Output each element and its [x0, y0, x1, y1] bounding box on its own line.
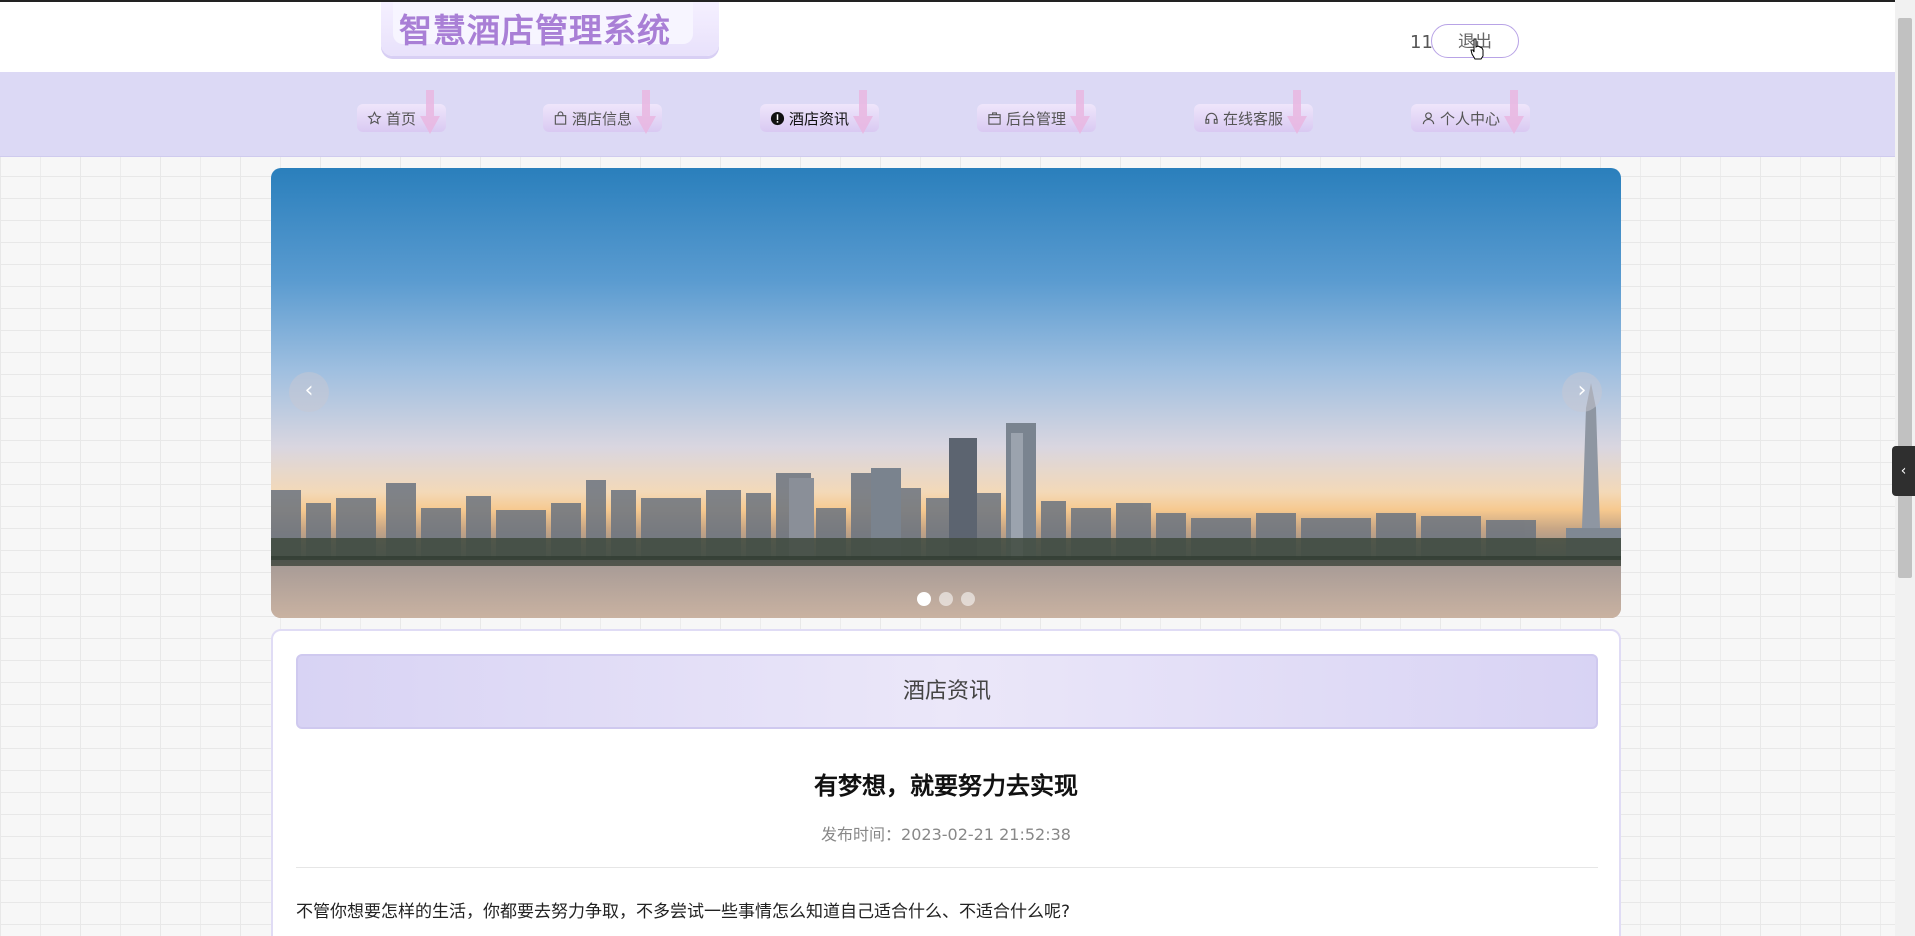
carousel: ‹ › [271, 168, 1621, 618]
logo: 智慧酒店管理系统 [381, 2, 719, 56]
carousel-dot[interactable] [961, 592, 975, 606]
carousel-prev-button[interactable]: ‹ [289, 372, 329, 412]
nav-item-personal-center[interactable]: 个人中心 [1411, 90, 1531, 134]
info-icon [770, 111, 785, 125]
article-publish-time: 发布时间：2023-02-21 21:52:38 [821, 825, 1071, 844]
section-title: 酒店资讯 [296, 654, 1598, 729]
news-detail-card: 酒店资讯 有梦想，就要努力去实现 发布时间：2023-02-21 21:52:3… [271, 629, 1621, 936]
carousel-dot[interactable] [917, 592, 931, 606]
down-arrow-decoration-icon [1070, 90, 1091, 134]
down-arrow-decoration-icon [1504, 90, 1525, 134]
nav-item-home[interactable]: 首页 [357, 90, 447, 134]
hand-cursor-icon [1470, 38, 1484, 60]
main-nav: 首页 酒店信息 酒店资讯 后台管理 在线客服 个人中心 [0, 72, 1895, 157]
nav-item-hotel-news[interactable]: 酒店资讯 [760, 90, 880, 134]
nav-item-label: 酒店资讯 [789, 109, 850, 128]
headset-icon [1205, 112, 1218, 124]
carousel-indicators [271, 592, 1621, 606]
nav-item-label: 个人中心 [1440, 109, 1501, 128]
star-icon [367, 110, 382, 124]
nav-item-admin[interactable]: 后台管理 [977, 90, 1097, 134]
down-arrow-decoration-icon [853, 90, 874, 134]
nav-item-label: 酒店信息 [572, 109, 633, 128]
nav-item-label: 在线客服 [1223, 109, 1284, 128]
nav-item-online-service[interactable]: 在线客服 [1194, 90, 1314, 134]
username: 11 [1410, 32, 1433, 53]
city-skyline-image [271, 383, 1621, 618]
article-title: 有梦想，就要努力去实现 [814, 772, 1078, 800]
article-body: 不管你想要怎样的生活，你都要去努力争取，不多尝试一些事情怎么知道自己适合什么、不… [296, 902, 1071, 922]
header: 智慧酒店管理系统 11 退出 [0, 2, 1895, 72]
nav-item-label: 后台管理 [1006, 109, 1067, 128]
user-icon [1422, 111, 1435, 124]
side-panel-toggle-button[interactable]: ‹ [1892, 446, 1915, 496]
carousel-dot[interactable] [939, 592, 953, 606]
box-icon [988, 111, 1001, 125]
down-arrow-decoration-icon [1287, 90, 1308, 134]
divider [296, 867, 1598, 868]
carousel-next-button[interactable]: › [1562, 372, 1602, 412]
nav-item-hotel-info[interactable]: 酒店信息 [543, 90, 663, 134]
nav-item-label: 首页 [386, 109, 417, 128]
bag-icon [554, 110, 567, 125]
down-arrow-decoration-icon [420, 90, 441, 134]
down-arrow-decoration-icon [636, 90, 657, 134]
site-title: 智慧酒店管理系统 [399, 11, 671, 50]
